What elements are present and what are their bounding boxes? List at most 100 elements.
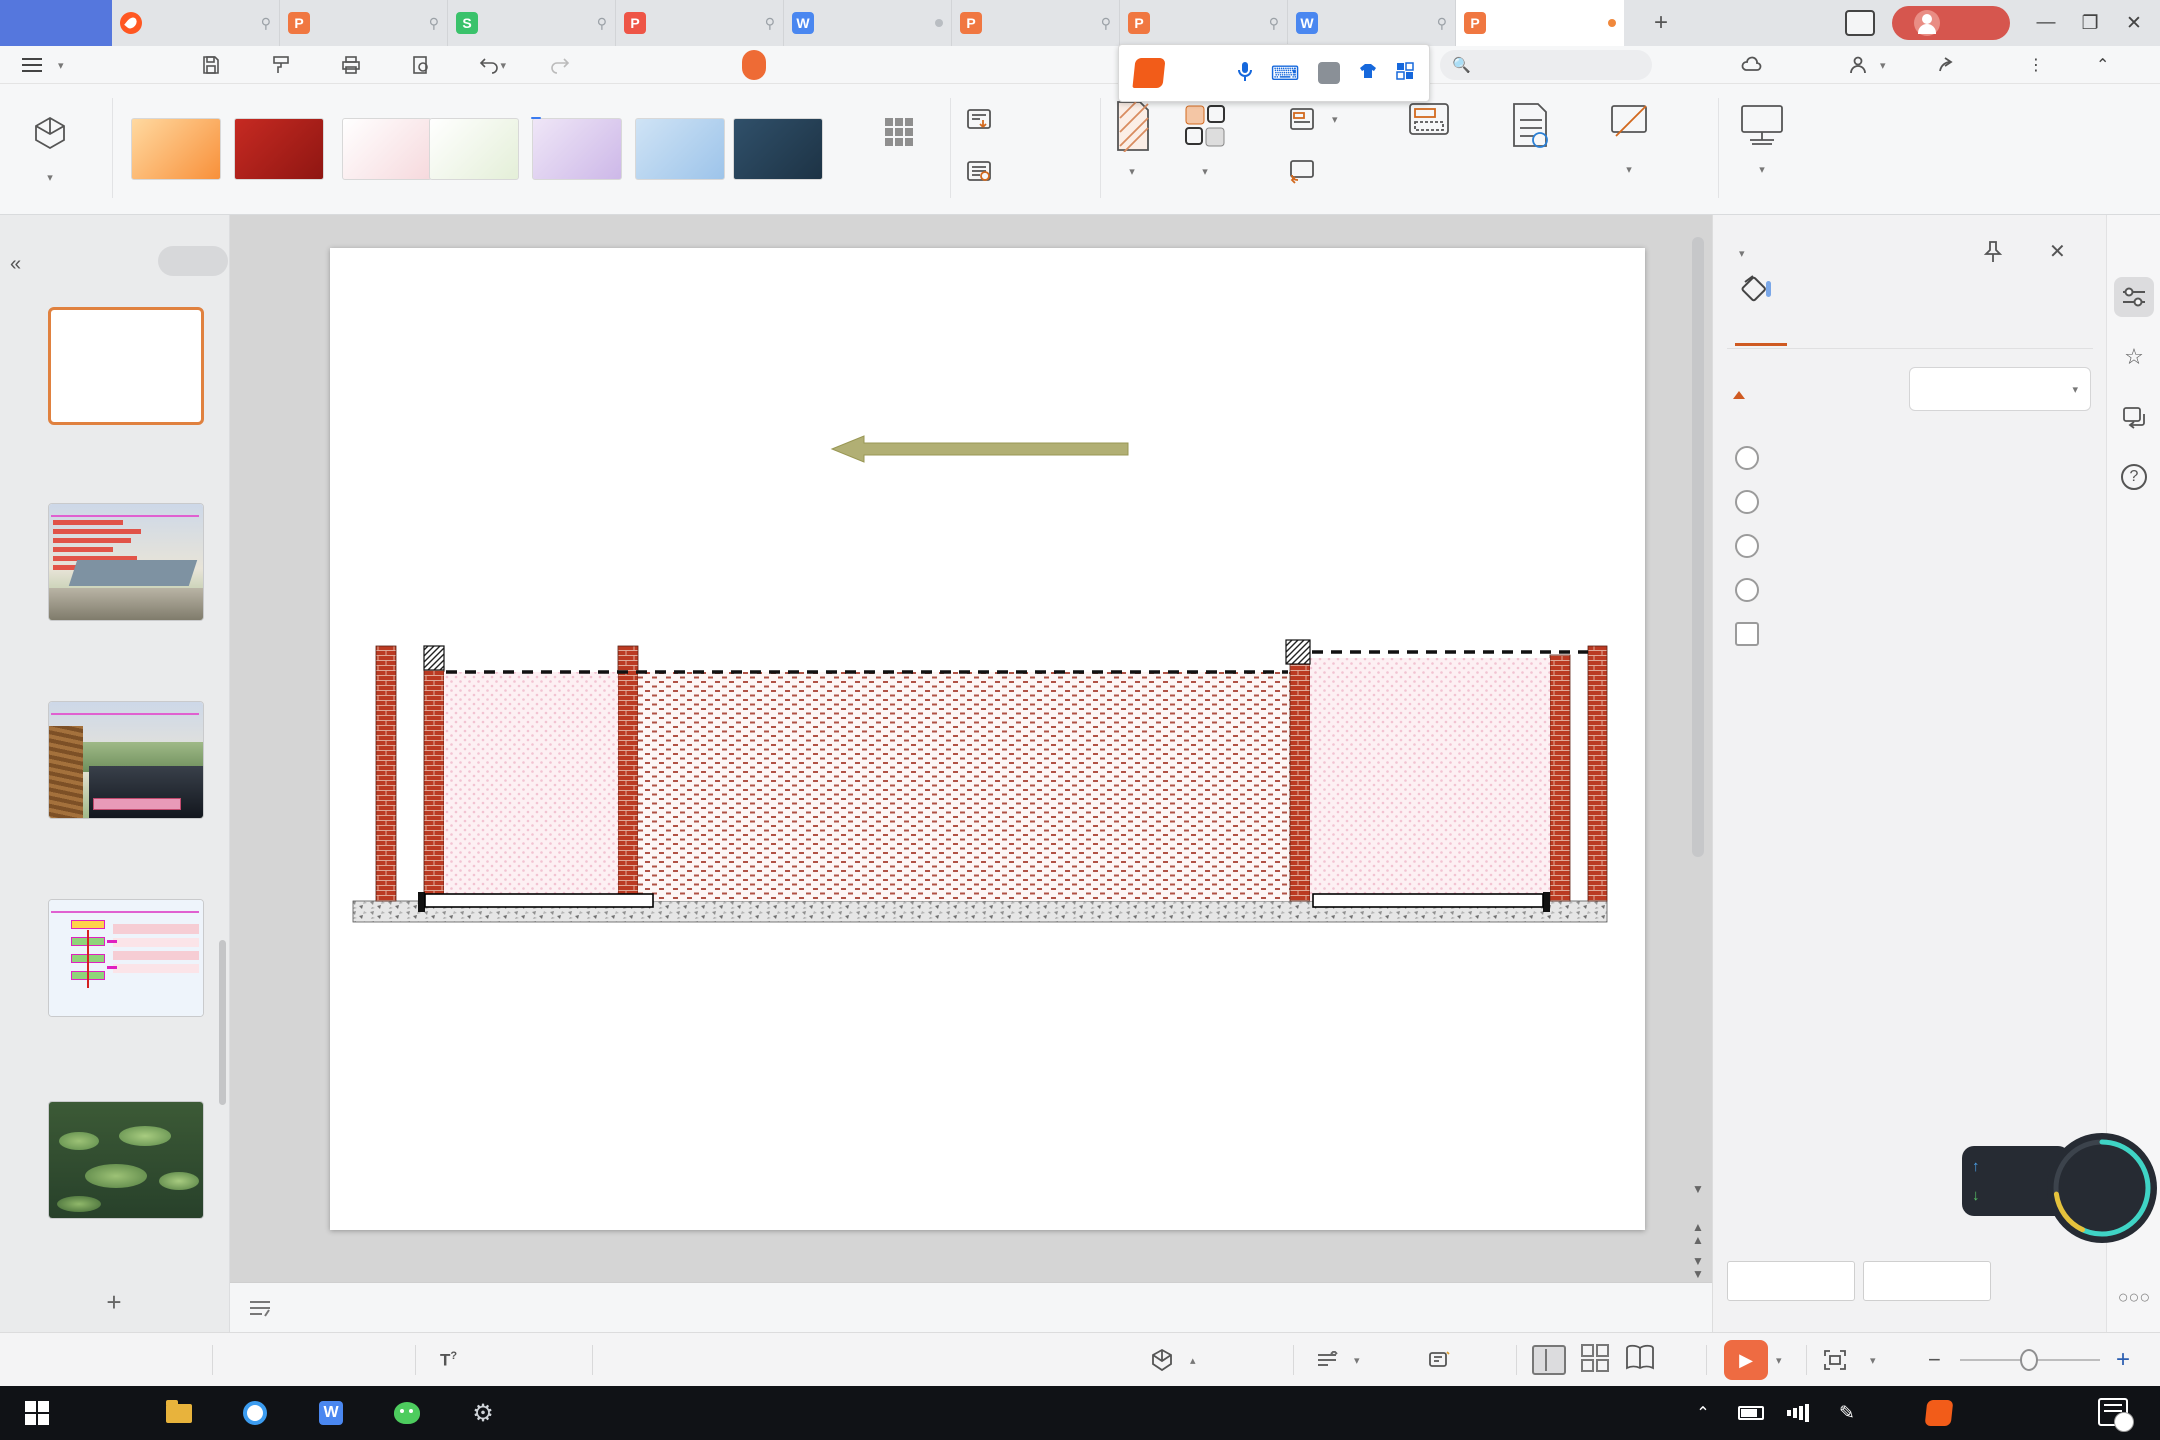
edit-master-button[interactable] bbox=[1406, 100, 1452, 158]
menu-review[interactable] bbox=[1042, 50, 1066, 80]
pin-icon[interactable]: ⚲ bbox=[1101, 15, 1111, 32]
notes-toggle-button[interactable]: ▾ bbox=[1316, 1333, 1360, 1387]
slide-thumb-25-selected[interactable] bbox=[48, 307, 204, 425]
pin-icon[interactable]: ⚲ bbox=[261, 15, 271, 32]
tray-expand-icon[interactable]: ⌃ bbox=[1676, 1386, 1730, 1440]
notes-bar[interactable] bbox=[230, 1282, 1712, 1332]
doc-tab-shuizhuanxiang[interactable]: W⚲ bbox=[1288, 0, 1456, 46]
page-setup-button[interactable] bbox=[1506, 100, 1550, 158]
animation-pane-icon[interactable] bbox=[2114, 397, 2154, 437]
section-collapse-icon[interactable] bbox=[1733, 391, 1745, 399]
missing-font-warning[interactable]: T? bbox=[440, 1333, 465, 1387]
redo-button[interactable] bbox=[546, 51, 576, 79]
undo-button[interactable]: ▾ bbox=[476, 51, 506, 79]
smart-beautify-button[interactable]: ▾ bbox=[0, 84, 100, 215]
file-menu[interactable]: ▾ bbox=[22, 50, 64, 80]
zoom-slider-knob[interactable] bbox=[2020, 1349, 2038, 1371]
normal-view-button[interactable] bbox=[1532, 1345, 1566, 1375]
ime-toolbox-icon[interactable] bbox=[1396, 62, 1414, 85]
effects-star-icon[interactable]: ☆ bbox=[2114, 337, 2154, 377]
menu-animation[interactable] bbox=[898, 50, 922, 80]
more-menu-button[interactable]: ⋮ bbox=[2028, 50, 2044, 80]
restore-button[interactable]: ❐ bbox=[2068, 0, 2112, 46]
radio-gradient-fill[interactable] bbox=[1735, 487, 2085, 517]
present-tools-button[interactable]: ▾ bbox=[1736, 100, 1788, 178]
more-designs-button[interactable] bbox=[858, 118, 942, 198]
canvas-scrollbar[interactable] bbox=[1692, 237, 1704, 857]
fit-slide-button[interactable] bbox=[1822, 1333, 1848, 1387]
slide-thumb-26[interactable] bbox=[48, 503, 204, 621]
ime-skin-icon[interactable] bbox=[1358, 62, 1378, 85]
sync-status-button[interactable] bbox=[1740, 50, 1770, 80]
print-preview-button[interactable] bbox=[406, 51, 436, 79]
design-template-thumb[interactable] bbox=[131, 118, 221, 180]
start-button[interactable] bbox=[10, 1386, 64, 1440]
design-template-thumb[interactable] bbox=[635, 118, 725, 180]
doc-tab-lugang[interactable]: P⚲ bbox=[280, 0, 448, 46]
design-template-thumb[interactable] bbox=[429, 118, 519, 180]
save-button[interactable] bbox=[196, 51, 226, 79]
doc-tab-shengtai[interactable]: P⚲ bbox=[952, 0, 1120, 46]
pin-icon[interactable]: ⚲ bbox=[1437, 15, 1447, 32]
tab-home[interactable] bbox=[0, 0, 112, 46]
minimize-button[interactable]: — bbox=[2024, 0, 2068, 46]
pin-icon[interactable]: ⚲ bbox=[429, 15, 439, 32]
print-button[interactable] bbox=[336, 51, 366, 79]
reset-background-button[interactable] bbox=[1863, 1261, 1991, 1301]
radio-pattern-fill[interactable] bbox=[1735, 575, 2085, 605]
slide-thumb-29[interactable] bbox=[48, 1101, 204, 1219]
sogou-ime-toolbar[interactable]: ⌨ bbox=[1118, 44, 1430, 102]
col-limestone-wetland[interactable] bbox=[1255, 974, 1555, 1016]
doc-template-button[interactable] bbox=[965, 158, 1003, 186]
doc-tab-wushuichang-active[interactable]: P bbox=[1456, 0, 1624, 46]
pin-icon[interactable]: ⚲ bbox=[1269, 15, 1279, 32]
wechat-icon[interactable] bbox=[380, 1386, 434, 1440]
close-panel-icon[interactable]: ✕ bbox=[2049, 239, 2066, 264]
ime-user-icon[interactable] bbox=[1318, 62, 1340, 84]
doc-tab-tu-f[interactable]: P⚲ bbox=[616, 0, 784, 46]
layout-button[interactable]: ▾ bbox=[1288, 106, 1338, 132]
reading-view-button[interactable] bbox=[1624, 1344, 1656, 1377]
design-template-thumb[interactable] bbox=[234, 118, 324, 180]
settings-gear-icon[interactable]: ⚙ bbox=[456, 1386, 510, 1440]
flow-direction-arrow[interactable] bbox=[830, 434, 1130, 464]
collapse-ribbon-button[interactable]: ⌃ bbox=[2096, 50, 2109, 80]
slide-25-editor[interactable] bbox=[330, 248, 1645, 1230]
doc-tab-daoke[interactable]: ⚲ bbox=[112, 0, 280, 46]
wps-app-icon[interactable]: W bbox=[304, 1386, 358, 1440]
import-template-button[interactable] bbox=[965, 106, 1003, 134]
login-button[interactable] bbox=[1892, 6, 2010, 40]
pin-icon[interactable]: ⚲ bbox=[765, 15, 775, 32]
fill-type-dropdown[interactable]: ▾ bbox=[1909, 367, 2091, 411]
slide-thumb-27[interactable] bbox=[48, 701, 204, 819]
menu-insert[interactable] bbox=[668, 50, 692, 80]
comments-button[interactable] bbox=[1428, 1333, 1458, 1387]
panel-scrollbar[interactable] bbox=[219, 940, 226, 1105]
tab-slides-active[interactable] bbox=[158, 246, 228, 276]
menu-transition[interactable] bbox=[826, 50, 850, 80]
doc-tab-duowentai[interactable]: P⚲ bbox=[1120, 0, 1288, 46]
reset-button[interactable] bbox=[1288, 158, 1324, 184]
sogou-logo-icon[interactable] bbox=[1132, 58, 1165, 88]
browser-icon[interactable] bbox=[228, 1386, 282, 1440]
next-slide-button[interactable]: ▼▼ bbox=[1688, 1255, 1708, 1281]
slide-sorter-view-button[interactable] bbox=[1580, 1343, 1610, 1378]
system-monitor-ring[interactable] bbox=[2046, 1122, 2158, 1254]
share-button[interactable] bbox=[1936, 50, 1962, 80]
pin-panel-icon[interactable] bbox=[1981, 239, 2005, 270]
doc-tab-weiqipao[interactable]: S⚲ bbox=[448, 0, 616, 46]
zoom-level[interactable]: ▾ bbox=[1862, 1333, 1876, 1387]
format-painter-button[interactable] bbox=[266, 51, 296, 79]
add-slide-button[interactable]: + bbox=[96, 1287, 132, 1317]
properties-rail-icon[interactable] bbox=[2114, 277, 2154, 317]
color-scheme-button[interactable]: ▾ bbox=[1182, 100, 1228, 180]
radio-solid-fill[interactable] bbox=[1735, 443, 2085, 473]
network-signal-icon[interactable] bbox=[1772, 1386, 1826, 1440]
scroll-down-button[interactable]: ▼ bbox=[1688, 1183, 1708, 1209]
previous-slide-button[interactable]: ▲▲ bbox=[1688, 1221, 1708, 1247]
ime-voice-icon[interactable] bbox=[1237, 60, 1253, 87]
design-template-thumb[interactable] bbox=[733, 118, 823, 180]
slide-thumb-28[interactable] bbox=[48, 899, 204, 1017]
menu-design-active[interactable] bbox=[742, 50, 766, 80]
menu-home[interactable] bbox=[596, 50, 620, 80]
